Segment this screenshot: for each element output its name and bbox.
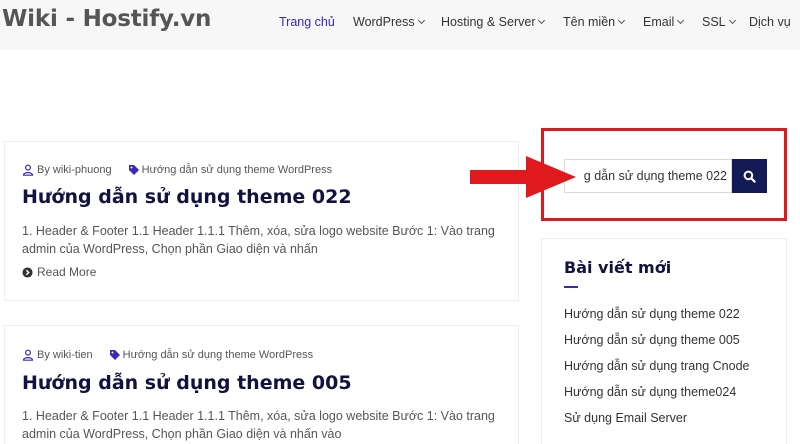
tag-icon <box>128 165 139 175</box>
nav-item-ssl[interactable]: SSL <box>702 15 736 29</box>
recent-post-link[interactable]: Hướng dẫn sử dụng theme 022 <box>564 307 740 321</box>
nav-item-wordpress[interactable]: WordPress <box>353 15 425 29</box>
widget-title-underline <box>564 286 578 288</box>
recent-post-link[interactable]: Hướng dẫn sử dụng theme024 <box>564 385 736 399</box>
recent-post-link[interactable]: Hướng dẫn sử dụng trang Cnode <box>564 359 749 373</box>
search-input-value: g dẫn sử dụng theme 022 <box>583 169 727 183</box>
nav-label: Dịch vụ <box>749 15 791 29</box>
post-title[interactable]: Hướng dẫn sử dụng theme 005 <box>22 372 352 394</box>
post-meta: By wiki-tien Hướng dẫn sử dụng theme Wor… <box>22 349 313 361</box>
read-more-link[interactable]: Read More <box>22 265 96 279</box>
search-button[interactable] <box>732 159 767 193</box>
chevron-down-icon <box>677 16 685 25</box>
chevron-down-icon <box>728 16 736 25</box>
recent-post-link[interactable]: Sử dụng Email Server <box>564 411 687 425</box>
post-category[interactable]: Hướng dẫn sử dụng theme WordPress <box>123 349 314 361</box>
nav-label: WordPress <box>353 15 415 29</box>
post-category[interactable]: Hướng dẫn sử dụng theme WordPress <box>142 164 333 176</box>
nav-label: SSL <box>702 15 726 29</box>
site-header: Wiki - Hostify.vn Trang chủ WordPress Ho… <box>0 0 800 50</box>
nav-item-hosting[interactable]: Hosting & Server <box>441 15 546 29</box>
user-icon <box>22 164 34 176</box>
nav-label: Tên miền <box>563 15 616 29</box>
chevron-down-icon <box>538 16 546 25</box>
nav-item-home[interactable]: Trang chủ <box>279 15 335 29</box>
post-author[interactable]: By wiki-tien <box>37 349 93 361</box>
user-icon <box>22 349 34 361</box>
search-icon <box>743 170 756 183</box>
chevron-down-icon <box>618 16 626 25</box>
site-logo[interactable]: Wiki - Hostify.vn <box>2 6 211 32</box>
nav-item-services[interactable]: Dịch vụ <box>749 15 791 29</box>
nav-item-email[interactable]: Email <box>643 15 685 29</box>
post-author[interactable]: By wiki-phuong <box>37 164 112 176</box>
tag-icon <box>109 350 120 360</box>
post-meta: By wiki-phuong Hướng dẫn sử dụng theme W… <box>22 164 332 176</box>
recent-post-link[interactable]: Hướng dẫn sử dụng theme 005 <box>564 333 740 347</box>
post-excerpt: 1. Header & Footer 1.1 Header 1.1.1 Thêm… <box>22 224 495 256</box>
post-title[interactable]: Hướng dẫn sử dụng theme 022 <box>22 186 352 208</box>
nav-label: Trang chủ <box>279 15 335 29</box>
nav-item-domain[interactable]: Tên miền <box>563 15 626 29</box>
chevron-down-icon <box>417 16 425 25</box>
read-more-label: Read More <box>37 265 97 279</box>
nav-label: Hosting & Server <box>441 15 536 29</box>
search-input[interactable]: g dẫn sử dụng theme 022 <box>564 159 732 193</box>
post-excerpt: 1. Header & Footer 1.1 Header 1.1.1 Thêm… <box>22 409 495 441</box>
widget-title: Bài viết mới <box>564 258 672 277</box>
red-arrow-icon <box>470 156 576 198</box>
nav-label: Email <box>643 15 675 29</box>
arrow-circle-right-icon <box>22 266 33 278</box>
